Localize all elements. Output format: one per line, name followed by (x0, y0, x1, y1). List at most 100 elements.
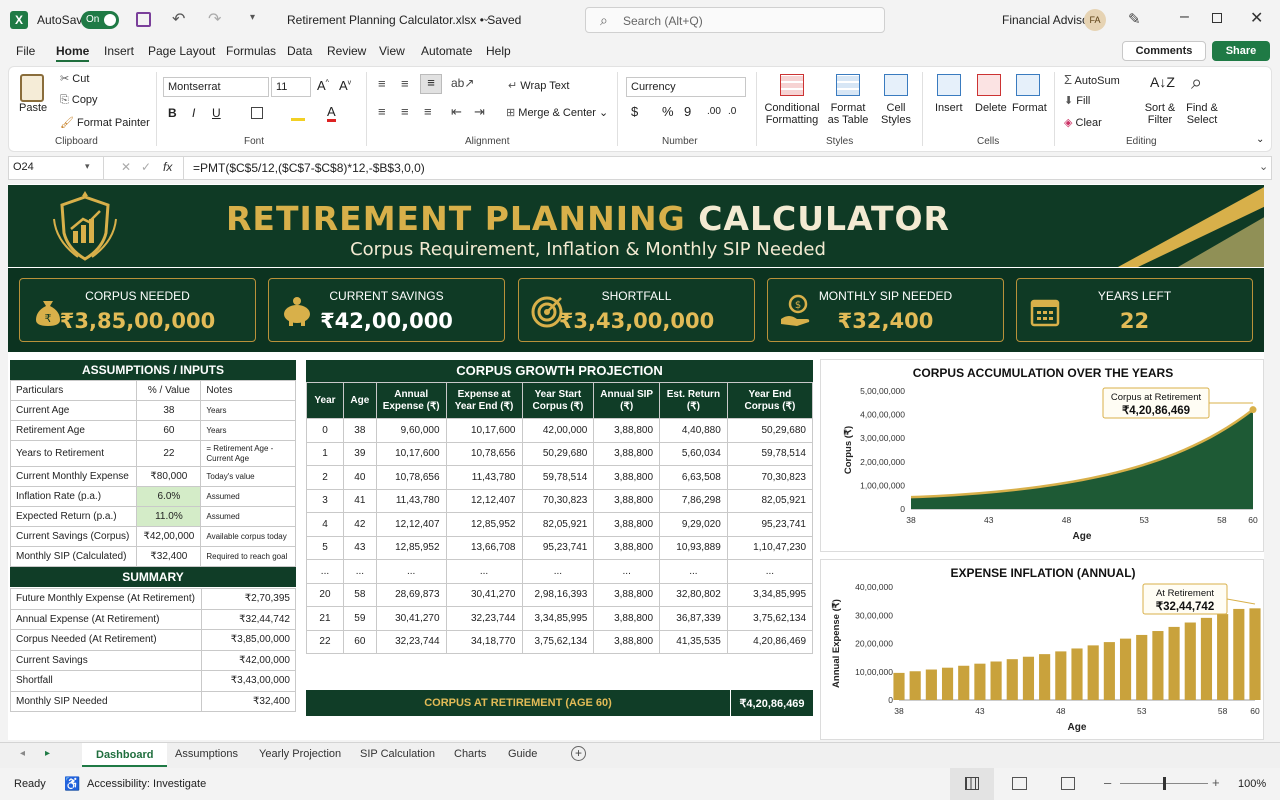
cell[interactable]: 32,23,744 (445, 606, 523, 631)
save-icon[interactable] (136, 12, 151, 27)
delete-cells-icon[interactable] (977, 74, 1001, 96)
cell[interactable]: 38 (136, 400, 202, 421)
cell[interactable]: Monthly SIP Needed (9, 690, 203, 712)
cell[interactable]: Years to Retirement (9, 440, 138, 467)
cell[interactable]: ₹32,44,742 (201, 608, 296, 630)
expense-inflation-chart[interactable]: EXPENSE INFLATION (ANNUAL) 0 10,00,000 20,0… (821, 560, 1265, 741)
menu-view[interactable]: View (379, 44, 405, 58)
cell[interactable]: 6,63,508 (659, 465, 728, 490)
cell[interactable]: 40 (342, 465, 377, 490)
cell[interactable]: 12,12,407 (445, 488, 523, 513)
autosave-toggle[interactable]: On (81, 11, 119, 29)
sort-filter-icon[interactable]: A↓Z (1150, 74, 1175, 90)
cell[interactable]: Required to reach goal (200, 546, 296, 567)
cell[interactable]: 3,88,800 (593, 582, 661, 607)
menu-automate[interactable]: Automate (421, 44, 472, 58)
zoom-out-icon[interactable]: – (1104, 775, 1111, 790)
fill-button[interactable]: ⬇ Fill (1064, 94, 1090, 107)
normal-view-icon[interactable] (965, 777, 979, 790)
merge-center-button[interactable]: ⊞ Merge & Center ⌄ (506, 106, 608, 119)
sort-filter-button[interactable]: Sort & Filter (1144, 102, 1176, 126)
cell[interactable]: 7,86,298 (659, 488, 728, 513)
menu-home[interactable]: Home (56, 44, 90, 62)
cell[interactable]: 2 (306, 465, 344, 490)
pen-icon[interactable]: ✎ (1128, 10, 1141, 28)
cell[interactable]: 10,17,600 (375, 441, 447, 466)
cell[interactable]: ... (593, 559, 661, 584)
menu-formulas[interactable]: Formulas (226, 44, 276, 58)
accessibility-icon[interactable]: ♿ (64, 776, 80, 792)
cell[interactable]: ... (445, 559, 523, 584)
cell-styles-icon[interactable] (884, 74, 908, 96)
currency-icon[interactable]: $ (631, 104, 638, 119)
menu-review[interactable]: Review (327, 44, 366, 58)
delete-button[interactable]: Delete (975, 102, 1007, 114)
cell[interactable]: 3,88,800 (593, 535, 661, 560)
cell[interactable]: 3,88,800 (593, 488, 661, 513)
tab-dashboard[interactable]: Dashboard (82, 743, 168, 767)
expand-formula-icon[interactable]: ⌄ (1259, 160, 1268, 173)
cell[interactable]: ... (306, 559, 344, 584)
cell[interactable]: 10,93,889 (659, 535, 728, 560)
cell[interactable]: 42,00,000 (521, 418, 595, 443)
tab-assumptions[interactable]: Assumptions (175, 748, 238, 760)
cell[interactable]: 12,85,952 (445, 512, 523, 537)
cell[interactable]: 6.0% (136, 486, 202, 507)
cell[interactable]: Monthly SIP (Calculated) (9, 546, 138, 567)
font-name-select[interactable]: Montserrat (163, 77, 269, 97)
cell[interactable]: 1 (306, 441, 344, 466)
cell[interactable]: 9,60,000 (375, 418, 447, 443)
cell[interactable]: 36,87,339 (659, 606, 728, 631)
cell[interactable]: 3,75,62,134 (521, 629, 595, 654)
insert-cells-icon[interactable] (937, 74, 961, 96)
cell[interactable]: 21 (306, 606, 344, 631)
decrease-font-icon[interactable]: Av (339, 78, 351, 93)
cell[interactable]: 59,78,514 (521, 465, 595, 490)
cell[interactable]: 34,18,770 (445, 629, 523, 654)
cell[interactable]: 95,23,741 (726, 512, 814, 537)
zoom-slider-thumb[interactable] (1163, 777, 1166, 790)
cell[interactable]: Current Savings (Corpus) (9, 526, 138, 547)
name-box-dropdown-icon[interactable]: ▾ (85, 161, 90, 172)
cell[interactable]: 5 (306, 535, 344, 560)
cell[interactable]: 3,88,800 (593, 418, 661, 443)
menu-file[interactable]: File (16, 44, 35, 58)
cell[interactable]: 60 (342, 629, 377, 654)
restore-icon[interactable] (1212, 13, 1222, 23)
cell[interactable]: Expected Return (p.a.) (9, 506, 138, 527)
cell[interactable]: 30,41,270 (375, 606, 447, 631)
cancel-icon[interactable]: ✕ (121, 160, 131, 174)
cell[interactable]: ₹42,00,000 (136, 526, 202, 547)
formula-input[interactable]: =PMT($C$5/12,($C$7-$C$8)*12,-$B$3,0,0) (193, 161, 425, 175)
copy-button[interactable]: ⎘ Copy (60, 94, 98, 107)
insert-function-icon[interactable]: fx (163, 160, 172, 174)
cell[interactable]: 12,12,407 (375, 512, 447, 537)
cell[interactable]: 70,30,823 (726, 465, 814, 490)
cell[interactable]: 70,30,823 (521, 488, 595, 513)
cell[interactable]: 82,05,921 (521, 512, 595, 537)
cell[interactable]: 11.0% (136, 506, 202, 527)
clear-button[interactable]: ◈ Clear (1064, 116, 1102, 129)
minimize-icon[interactable]: – (1180, 8, 1189, 26)
cell[interactable]: 3,34,85,995 (726, 582, 814, 607)
fill-color-icon[interactable] (291, 118, 305, 121)
find-icon[interactable]: ⌕ (1191, 72, 1202, 95)
cell[interactable]: 32,23,744 (375, 629, 447, 654)
cell[interactable]: ... (342, 559, 377, 584)
cell[interactable]: 11,43,780 (375, 488, 447, 513)
align-right-icon[interactable]: ≡ (424, 104, 432, 119)
search-box[interactable]: ⌕ Search (Alt+Q) (585, 7, 885, 33)
cell[interactable]: Today's value (200, 466, 296, 487)
cell[interactable]: 3,34,85,995 (521, 606, 595, 631)
zoom-in-icon[interactable]: + (1212, 775, 1220, 790)
percent-icon[interactable]: % (662, 104, 674, 119)
cell[interactable]: 28,69,873 (375, 582, 447, 607)
cell[interactable]: 12,85,952 (375, 535, 447, 560)
undo-icon[interactable]: ↶ (172, 9, 185, 29)
cell[interactable]: ... (521, 559, 595, 584)
cell[interactable]: Years (200, 400, 296, 421)
increase-font-icon[interactable]: A^ (317, 78, 329, 93)
cell[interactable]: 10,17,600 (445, 418, 523, 443)
cell[interactable]: Annual Expense (At Retirement) (9, 608, 203, 630)
cell[interactable]: 10,78,656 (375, 465, 447, 490)
